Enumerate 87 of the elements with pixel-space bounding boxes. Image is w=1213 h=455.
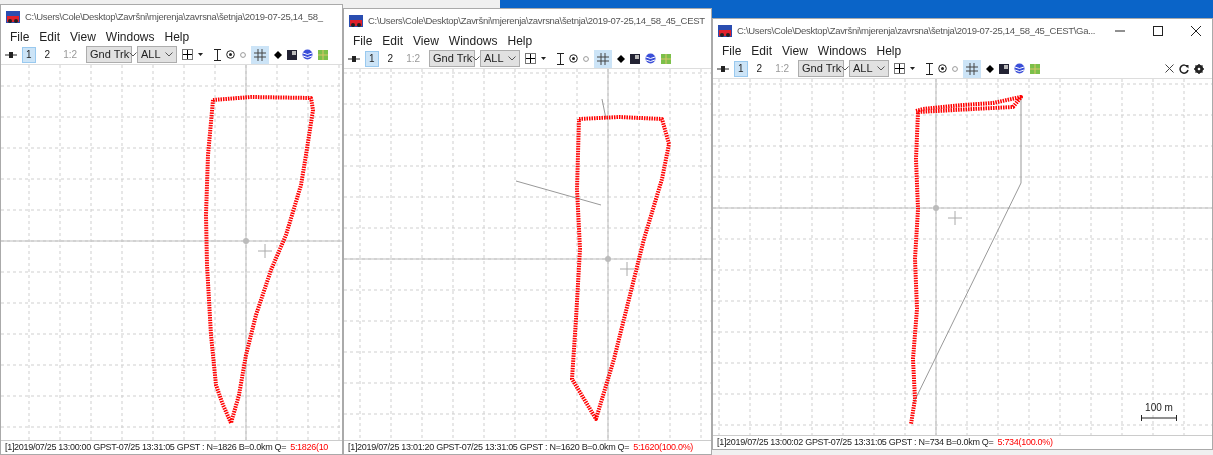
window-title: C:\Users\Cole\Desktop\Završni\mjerenja\zavrsna\šetnja\2019-07-25,14_58_45_CEST\Ga... [737, 23, 1096, 38]
settings-icon[interactable] [1194, 63, 1204, 74]
menu-item[interactable]: File [348, 32, 378, 50]
dropdown-value: Gnd Trk [90, 47, 130, 63]
chevron-down-icon[interactable] [472, 56, 481, 61]
menu-item[interactable]: Windows [812, 42, 872, 60]
chevron-down-icon[interactable] [129, 52, 138, 57]
caret-icon[interactable] [910, 67, 916, 70]
status-text: [1]2019/07/25 13:01:20 GPST-07/25 13:31:05 GPST : N=1620 B=0.0km Q= [348, 440, 630, 454]
dropdown-value: Gnd Trk [802, 61, 842, 77]
quality-text: 5:1826(10 [290, 440, 329, 454]
crosshair-icon[interactable] [894, 63, 906, 74]
menu-item[interactable]: Help [159, 28, 195, 46]
quality-text: 5:1620(100.0%) [633, 440, 694, 454]
menu-item[interactable]: View [65, 28, 101, 46]
chevron-down-icon[interactable] [508, 56, 517, 61]
window-title: C:\Users\Cole\Desktop\Završni\mjerenja\zavrsna\šetnja\2019-07-25,14_58_ [25, 9, 323, 24]
globe-icon[interactable] [645, 53, 657, 64]
menu-item[interactable]: Windows [443, 32, 503, 50]
menu-item[interactable]: Edit [377, 32, 409, 50]
menu-item[interactable]: View [408, 32, 444, 50]
dropdown-value: ALL [141, 47, 161, 63]
menu-item[interactable]: Help [502, 32, 538, 50]
window-title: C:\Users\Cole\Desktop\Završni\mjerenja\zavrsna\šetnja\2019-07-25,14_58_45_CEST [368, 13, 705, 28]
caret-icon[interactable] [541, 57, 547, 60]
plot-button[interactable]: 1 [22, 46, 36, 63]
satellite-dropdown[interactable]: ALL [480, 50, 521, 67]
menu-item[interactable]: View [777, 42, 813, 60]
origin-dot [933, 205, 939, 211]
vertical-range-icon[interactable] [214, 48, 222, 61]
plot-button[interactable]: 2 [752, 60, 767, 77]
satellite-dropdown[interactable]: ALL [137, 46, 178, 63]
caret-icon[interactable] [198, 53, 204, 56]
menu-item[interactable]: Edit [34, 28, 66, 46]
crosshair-icon[interactable] [182, 49, 194, 60]
menu-item[interactable]: Windows [100, 28, 160, 46]
image-icon[interactable] [287, 49, 298, 60]
plot-button[interactable]: 1 [734, 60, 748, 77]
grid-icon[interactable] [963, 59, 982, 78]
cursor-cross-icon [619, 261, 635, 277]
grid-icon[interactable] [251, 45, 270, 64]
dropdown-value: ALL [853, 61, 873, 77]
scale-label: 100 m [1145, 401, 1173, 415]
app-icon[interactable] [717, 24, 733, 38]
menu-item[interactable]: File [717, 42, 747, 60]
target-icon[interactable] [226, 50, 236, 59]
origin-dot [243, 238, 249, 244]
menu-item[interactable]: File [5, 28, 35, 46]
chevron-down-icon[interactable] [165, 52, 174, 57]
target-icon[interactable] [569, 54, 579, 63]
menu-item[interactable]: Help [871, 42, 907, 60]
refresh-icon[interactable] [1179, 63, 1189, 74]
globe-icon[interactable] [302, 49, 314, 60]
close-icon[interactable] [1165, 64, 1174, 73]
globe-icon[interactable] [1014, 63, 1026, 74]
plot-button[interactable]: 2 [383, 50, 398, 67]
connect-icon[interactable] [717, 63, 729, 74]
cursor-cross-icon [947, 210, 963, 226]
dropdown-value: ALL [484, 51, 504, 67]
connector-line [601, 98, 607, 120]
menu-item[interactable]: Edit [746, 42, 778, 60]
diamond-icon[interactable] [274, 50, 283, 59]
vertical-range-icon[interactable] [926, 62, 934, 75]
grid-icon[interactable] [594, 49, 613, 68]
status-text: [1]2019/07/25 13:00:00 GPST-07/25 13:31:05 GPST : N=1826 B=0.0km Q= [5, 440, 287, 454]
plot-button[interactable]: 2 [40, 46, 55, 63]
satellite-dropdown[interactable]: ALL [849, 60, 890, 77]
cursor-cross-icon [257, 243, 273, 259]
chevron-down-icon[interactable] [841, 66, 850, 71]
quality-text: 5:734(100.0%) [997, 435, 1053, 449]
vertical-range-icon[interactable] [557, 52, 565, 65]
scale-bar-icon [1141, 415, 1177, 421]
origin-dot [605, 256, 611, 262]
connect-icon[interactable] [348, 53, 360, 64]
plot-button[interactable]: 1 [365, 50, 379, 67]
connect-icon[interactable] [5, 49, 17, 60]
diamond-icon[interactable] [986, 64, 995, 73]
dropdown-value: Gnd Trk [433, 51, 473, 67]
app-icon[interactable] [348, 14, 364, 28]
chevron-down-icon[interactable] [877, 66, 886, 71]
image-icon[interactable] [630, 53, 641, 64]
image-icon[interactable] [999, 63, 1010, 74]
status-text: [1]2019/07/25 13:00:02 GPST-07/25 13:31:05 GPST : N=734 B=0.0km Q= [717, 435, 994, 449]
app-icon[interactable] [5, 10, 21, 24]
crosshair-icon[interactable] [525, 53, 537, 64]
diamond-icon[interactable] [617, 54, 626, 63]
target-icon[interactable] [938, 64, 948, 73]
